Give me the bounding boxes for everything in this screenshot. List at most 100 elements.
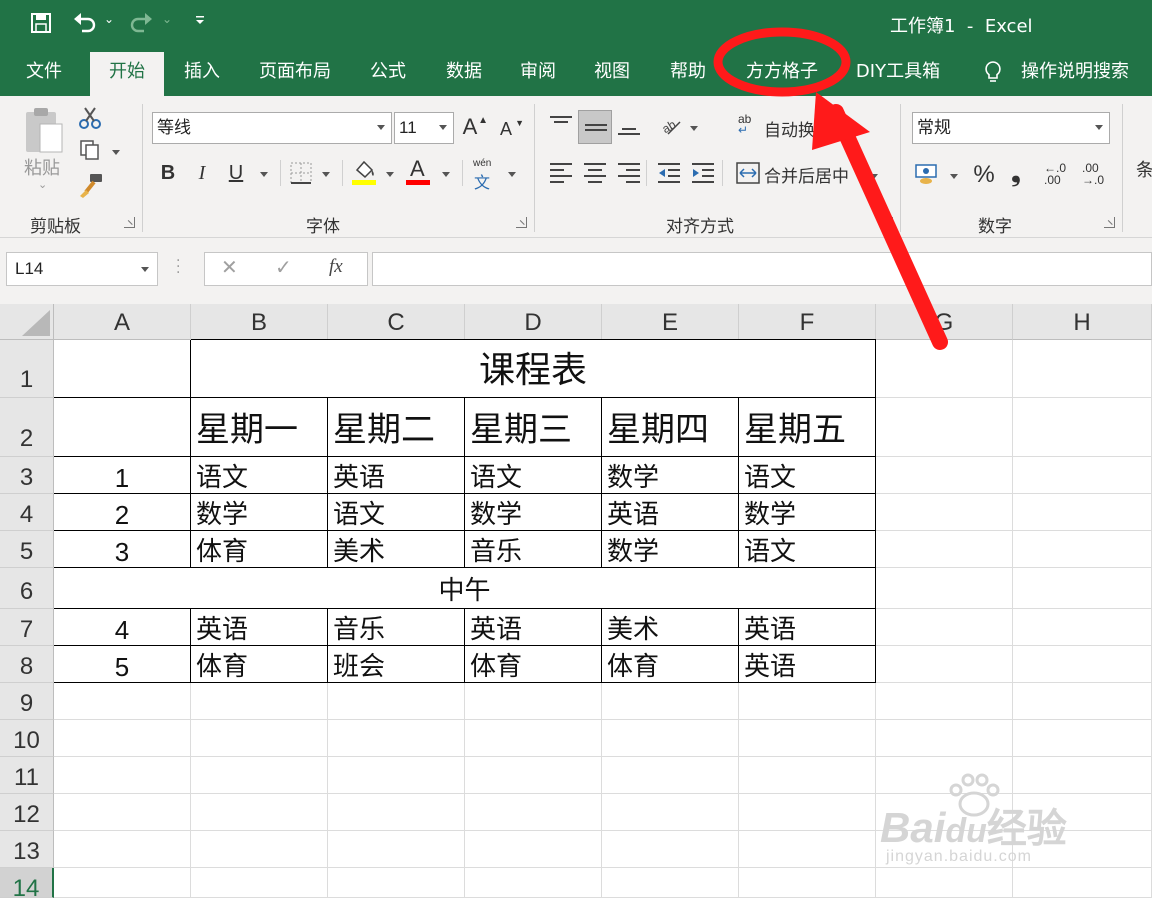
period-number[interactable]: 5 xyxy=(54,646,191,683)
class-cell[interactable]: 英语 xyxy=(739,609,876,646)
undo-icon[interactable] xyxy=(72,10,98,39)
column-header-d[interactable]: D xyxy=(465,304,602,340)
empty-cell[interactable] xyxy=(1013,683,1152,720)
accounting-dropdown-icon[interactable] xyxy=(950,174,958,179)
format-painter-icon[interactable] xyxy=(78,172,104,202)
class-cell[interactable]: 美术 xyxy=(602,609,739,646)
row-header-3[interactable]: 3 xyxy=(0,457,54,494)
increase-indent-icon[interactable] xyxy=(690,160,716,190)
class-cell[interactable]: 数学 xyxy=(191,494,328,531)
column-header-b[interactable]: B xyxy=(191,304,328,340)
class-cell[interactable]: 体育 xyxy=(602,646,739,683)
row-header-4[interactable]: 4 xyxy=(0,494,54,531)
class-cell[interactable]: 语文 xyxy=(465,457,602,494)
merge-center-button[interactable]: 合并后居中 xyxy=(764,162,849,187)
class-cell[interactable]: 英语 xyxy=(191,609,328,646)
tab-fangfanggezi[interactable]: 方方格子 xyxy=(738,52,826,96)
empty-cell[interactable] xyxy=(739,794,876,831)
row-header-2[interactable]: 2 xyxy=(0,398,54,457)
clipboard-launcher-icon[interactable] xyxy=(124,217,135,228)
empty-cell[interactable] xyxy=(54,794,191,831)
empty-cell[interactable] xyxy=(465,720,602,757)
tell-me-search[interactable]: 操作说明搜索 xyxy=(1012,52,1138,96)
align-middle-button[interactable] xyxy=(578,110,612,144)
row-header-1[interactable]: 1 xyxy=(0,340,54,398)
orientation-dropdown-icon[interactable] xyxy=(690,126,698,131)
empty-cell[interactable] xyxy=(328,720,465,757)
percent-style-button[interactable]: % xyxy=(970,160,998,190)
cell-a1[interactable] xyxy=(54,340,191,398)
row-header-11[interactable]: 11 xyxy=(0,757,54,794)
column-header-h[interactable]: H xyxy=(1013,304,1152,340)
class-cell[interactable]: 数学 xyxy=(465,494,602,531)
row-header-13[interactable]: 13 xyxy=(0,831,54,868)
redo-dropdown-icon[interactable]: ⌄ xyxy=(162,12,172,26)
cell-title[interactable]: 课程表 xyxy=(191,339,876,398)
empty-cell[interactable] xyxy=(191,720,328,757)
empty-cell[interactable] xyxy=(1013,868,1152,898)
cell-g2[interactable] xyxy=(876,398,1013,457)
cell-g6[interactable] xyxy=(876,568,1013,609)
cell-a2[interactable] xyxy=(54,398,191,457)
period-number[interactable]: 3 xyxy=(54,531,191,568)
class-cell[interactable]: 体育 xyxy=(465,646,602,683)
class-cell[interactable]: 体育 xyxy=(191,531,328,568)
empty-cell[interactable] xyxy=(54,757,191,794)
empty-cell[interactable] xyxy=(191,868,328,898)
phonetic-dropdown-icon[interactable] xyxy=(508,172,516,177)
copy-dropdown-icon[interactable] xyxy=(112,150,120,155)
empty-cell[interactable] xyxy=(191,831,328,868)
column-header-e[interactable]: E xyxy=(602,304,739,340)
tab-view[interactable]: 视图 xyxy=(582,52,642,96)
empty-cell[interactable] xyxy=(465,757,602,794)
class-cell[interactable]: 英语 xyxy=(739,646,876,683)
font-color-button[interactable]: A xyxy=(406,156,434,186)
day-header[interactable]: 星期五 xyxy=(739,398,876,457)
class-cell[interactable]: 体育 xyxy=(191,646,328,683)
day-header[interactable]: 星期一 xyxy=(191,398,328,457)
cell-h4[interactable] xyxy=(1013,494,1152,531)
decrease-decimal-button[interactable]: .00 →.0 xyxy=(1082,162,1104,186)
empty-cell[interactable] xyxy=(602,831,739,868)
undo-dropdown-icon[interactable]: ⌄ xyxy=(104,12,114,26)
decrease-indent-icon[interactable] xyxy=(656,160,682,190)
cell-g5[interactable] xyxy=(876,531,1013,568)
empty-cell[interactable] xyxy=(328,757,465,794)
empty-cell[interactable] xyxy=(876,868,1013,898)
cell-h3[interactable] xyxy=(1013,457,1152,494)
fill-color-icon[interactable] xyxy=(352,158,378,190)
paste-icon[interactable] xyxy=(22,106,66,160)
insert-function-icon[interactable]: fx xyxy=(329,256,343,278)
align-left-icon[interactable] xyxy=(548,160,574,186)
bold-button[interactable]: B xyxy=(156,158,180,188)
align-bottom-icon[interactable] xyxy=(616,112,642,138)
tab-home[interactable]: 开始 xyxy=(90,52,164,96)
drag-handle-icon[interactable]: · · · xyxy=(176,254,180,280)
cut-icon[interactable] xyxy=(78,106,102,134)
tab-insert[interactable]: 插入 xyxy=(172,52,232,96)
tab-diy-toolbox[interactable]: DIY工具箱 xyxy=(848,52,948,96)
cancel-entry-icon[interactable]: ✕ xyxy=(221,255,238,279)
class-cell[interactable]: 音乐 xyxy=(465,531,602,568)
cell-g1[interactable] xyxy=(876,340,1013,398)
wrap-text-button[interactable]: 自动换行 xyxy=(764,116,832,141)
empty-cell[interactable] xyxy=(191,794,328,831)
cell-noon[interactable]: 中午 xyxy=(54,568,876,609)
orientation-icon[interactable]: ab xyxy=(660,114,684,142)
font-color-dropdown-icon[interactable] xyxy=(442,172,450,177)
empty-cell[interactable] xyxy=(465,868,602,898)
day-header[interactable]: 星期四 xyxy=(602,398,739,457)
empty-cell[interactable] xyxy=(1013,757,1152,794)
tab-review[interactable]: 审阅 xyxy=(508,52,568,96)
class-cell[interactable]: 语文 xyxy=(739,531,876,568)
cell-g7[interactable] xyxy=(876,609,1013,646)
column-header-c[interactable]: C xyxy=(328,304,465,340)
redo-icon[interactable] xyxy=(128,10,154,39)
day-header[interactable]: 星期二 xyxy=(328,398,465,457)
period-number[interactable]: 1 xyxy=(54,457,191,494)
confirm-entry-icon[interactable]: ✓ xyxy=(275,255,292,279)
empty-cell[interactable] xyxy=(191,683,328,720)
empty-cell[interactable] xyxy=(602,868,739,898)
empty-cell[interactable] xyxy=(54,831,191,868)
column-header-f[interactable]: F xyxy=(739,304,876,340)
